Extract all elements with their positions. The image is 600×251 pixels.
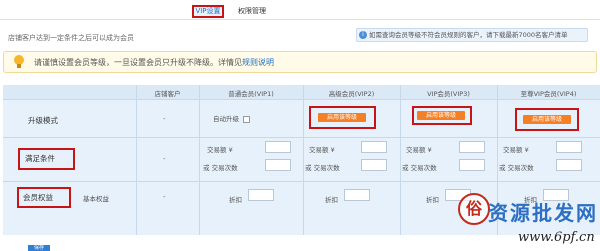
- auto-upgrade-checkbox[interactable]: [243, 115, 250, 123]
- info-icon: i: [359, 31, 367, 39]
- row-label-condition: 满足条件: [25, 154, 55, 163]
- vip2-amount-label: 交易额 ¥: [309, 146, 335, 154]
- save-button[interactable]: 保存: [28, 245, 50, 251]
- vip3-amount-input[interactable]: [459, 141, 485, 153]
- lightbulb-icon: [14, 55, 24, 68]
- header-vip4: 至尊VIP会员(VIP4): [520, 90, 577, 98]
- vip2-enable-button[interactable]: 启用该等级: [318, 113, 366, 122]
- vip1-amount-label: 交易额 ¥: [207, 146, 233, 154]
- vip3-count-label: 或 交易次数: [402, 164, 437, 172]
- header-vip1: 普通会员(VIP1): [228, 90, 274, 98]
- tab-bar: VIP设置 权限管理: [0, 0, 600, 20]
- header-vip2: 高级会员(VIP2): [328, 90, 375, 98]
- header-store-customer: 店铺客户: [154, 90, 181, 98]
- vip3-discount-label: 折扣: [426, 196, 439, 204]
- watermark-badge: 俗: [458, 193, 490, 225]
- notice-text: 如需查询会员等级不符会员规则的客户，请下载最新7000名客户清单: [369, 31, 568, 39]
- vip1-count-input[interactable]: [265, 159, 291, 171]
- vip1-count-label: 或 交易次数: [203, 164, 238, 172]
- vip2-count-input[interactable]: [361, 159, 387, 171]
- row-label-upgrade-mode: 升级模式: [28, 116, 58, 125]
- watermark-logo: 俗 资源批发网 www.6pf.cn: [458, 193, 600, 251]
- vip3-enable-button[interactable]: 启用该等级: [417, 111, 465, 120]
- row-sublabel-basic-privilege: 基本权益: [83, 195, 109, 203]
- watermark-url: www.6pf.cn: [518, 230, 595, 245]
- vip3-count-input[interactable]: [459, 159, 485, 171]
- vip1-amount-input[interactable]: [265, 141, 291, 153]
- store-customer-privilege-value: -: [163, 193, 166, 201]
- rules-link[interactable]: 规则说明: [242, 58, 274, 67]
- vip4-enable-button[interactable]: 启用该等级: [523, 115, 571, 124]
- vip4-amount-input[interactable]: [556, 141, 582, 153]
- watermark-title: 资源批发网: [488, 201, 598, 225]
- tab-permission-management[interactable]: 权限管理: [234, 5, 270, 18]
- intro-text: 店铺客户达到一定条件之后可以成为会员: [8, 34, 134, 42]
- vip1-discount-input[interactable]: [248, 189, 274, 201]
- store-customer-upgrade-value: -: [163, 115, 166, 123]
- vip1-auto-upgrade: 自动升级: [213, 113, 250, 123]
- vip4-count-label: 或 交易次数: [499, 164, 534, 172]
- vip1-discount-label: 折扣: [229, 196, 242, 204]
- vip2-count-label: 或 交易次数: [305, 164, 340, 172]
- row-label-member-privilege: 会员权益: [23, 193, 53, 202]
- warning-text: 请谨慎设置会员等级，一旦设置会员只升级不降级。详情见规则说明: [34, 58, 274, 67]
- warning-banner: 请谨慎设置会员等级，一旦设置会员只升级不降级。详情见规则说明: [3, 51, 597, 73]
- header-vip3: VIP会员(VIP3): [427, 90, 470, 98]
- tab-vip-settings[interactable]: VIP设置: [192, 5, 224, 18]
- vip4-amount-label: 交易额 ¥: [503, 146, 529, 154]
- vip4-count-input[interactable]: [556, 159, 582, 171]
- vip2-amount-input[interactable]: [361, 141, 387, 153]
- vip2-discount-input[interactable]: [344, 189, 370, 201]
- vip2-discount-label: 折扣: [325, 196, 338, 204]
- store-customer-condition-value: -: [163, 155, 166, 163]
- info-notice: i 如需查询会员等级不符会员规则的客户，请下载最新7000名客户清单: [356, 28, 588, 42]
- vip3-amount-label: 交易额 ¥: [406, 146, 432, 154]
